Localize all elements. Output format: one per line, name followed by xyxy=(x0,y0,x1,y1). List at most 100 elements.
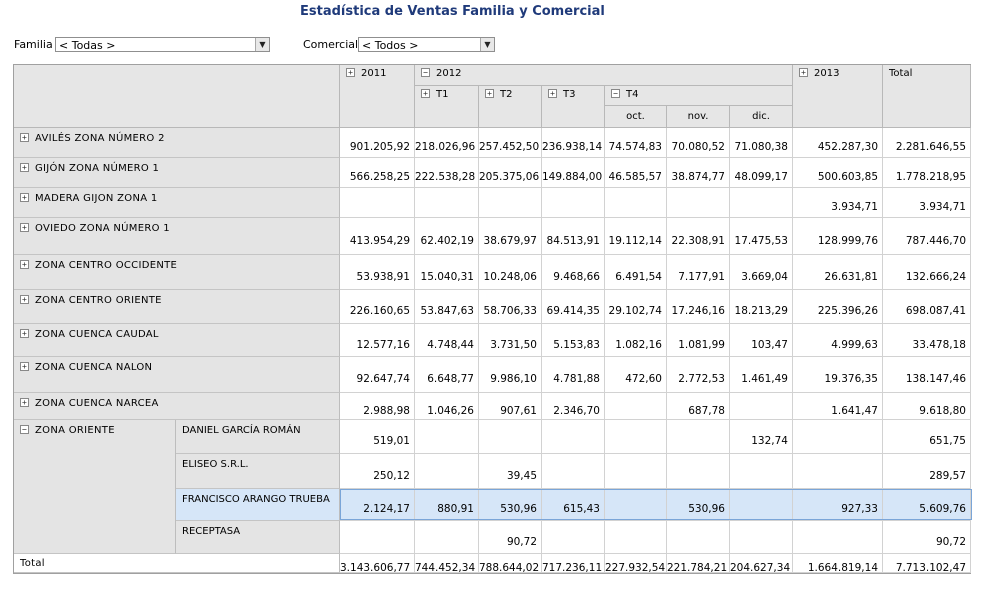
row-header-label: ZONA ORIENTE xyxy=(35,425,115,436)
col-header-t4[interactable]: − T4 xyxy=(605,86,793,106)
row-header-comercial[interactable]: ELISEO S.R.L. xyxy=(176,454,340,489)
col-header-2012[interactable]: −2012 xyxy=(415,65,793,86)
familia-select-value: < Todas > xyxy=(59,39,116,52)
page-title: Estadística de Ventas Familia y Comercia… xyxy=(300,4,605,19)
value-cell xyxy=(730,521,793,554)
col-header-label: oct. xyxy=(626,111,645,122)
value-cell xyxy=(667,521,730,554)
row-header-zone[interactable]: + ZONA CENTRO ORIENTE xyxy=(14,290,340,324)
col-header-nov: nov. xyxy=(667,106,730,128)
expand-plus-icon[interactable]: + xyxy=(20,329,29,338)
row-header-comercial[interactable]: FRANCISCO ARANGO TRUEBA xyxy=(176,489,340,521)
value-cell: 221.784,21 xyxy=(667,554,730,573)
expand-plus-icon[interactable]: + xyxy=(20,295,29,304)
expand-plus-icon[interactable]: + xyxy=(421,89,430,98)
value-cell xyxy=(730,489,793,521)
row-header-zone[interactable]: + OVIEDO ZONA NÚMERO 1 xyxy=(14,218,340,255)
expand-plus-icon[interactable]: + xyxy=(548,89,557,98)
value-cell: 2.124,17 xyxy=(340,489,415,521)
value-cell: 18.213,29 xyxy=(730,290,793,324)
value-cell: 880,91 xyxy=(415,489,479,521)
row-header-comercial[interactable]: DANIEL GARCÍA ROMÁN xyxy=(176,420,340,454)
col-header-t3[interactable]: + T3 xyxy=(542,86,605,128)
row-header-zone[interactable]: + ZONA CUENCA NARCEA xyxy=(14,393,340,420)
value-cell: 5.153,83 xyxy=(542,324,605,357)
collapse-minus-icon[interactable]: − xyxy=(20,425,29,434)
value-cell: 615,43 xyxy=(542,489,605,521)
chevron-down-icon[interactable]: ▼ xyxy=(480,38,494,51)
collapse-minus-icon[interactable]: − xyxy=(421,68,430,77)
value-cell: 9.468,66 xyxy=(542,255,605,290)
value-cell xyxy=(667,454,730,489)
col-header-label: T3 xyxy=(563,89,576,100)
value-cell: 1.641,47 xyxy=(793,393,883,420)
value-cell: 289,57 xyxy=(883,454,971,489)
col-header-2013[interactable]: +2013 xyxy=(793,65,883,128)
row-header-label: RECEPTASA xyxy=(182,526,241,537)
value-cell: 103,47 xyxy=(730,324,793,357)
row-header-zone[interactable]: + MADERA GIJON ZONA 1 xyxy=(14,188,340,218)
value-cell: 6.491,54 xyxy=(605,255,667,290)
expand-plus-icon[interactable]: + xyxy=(799,68,808,77)
collapse-minus-icon[interactable]: − xyxy=(611,89,620,98)
expand-plus-icon[interactable]: + xyxy=(20,362,29,371)
col-header-oct: oct. xyxy=(605,106,667,128)
col-header-2011[interactable]: +2011 xyxy=(340,65,415,128)
value-cell: 907,61 xyxy=(479,393,542,420)
row-header-zone[interactable]: + ZONA CUENCA NALON xyxy=(14,357,340,393)
row-header-label: ZONA CUENCA CAUDAL xyxy=(35,329,159,340)
comercial-select[interactable]: < Todos > ▼ xyxy=(358,37,495,52)
value-cell xyxy=(542,188,605,218)
value-cell xyxy=(793,521,883,554)
col-header-t1[interactable]: + T1 xyxy=(415,86,479,128)
value-cell: 1.082,16 xyxy=(605,324,667,357)
chevron-down-icon[interactable]: ▼ xyxy=(255,38,269,51)
value-cell: 128.999,76 xyxy=(793,218,883,255)
value-cell: 9.618,80 xyxy=(883,393,971,420)
expand-plus-icon[interactable]: + xyxy=(20,133,29,142)
value-cell xyxy=(605,393,667,420)
value-cell: 2.988,98 xyxy=(340,393,415,420)
value-cell xyxy=(793,454,883,489)
expand-plus-icon[interactable]: + xyxy=(485,89,494,98)
value-cell: 48.099,17 xyxy=(730,158,793,188)
value-cell: 566.258,25 xyxy=(340,158,415,188)
row-header-label: Total xyxy=(20,558,45,569)
value-cell xyxy=(793,420,883,454)
row-header-zone[interactable]: + GIJÓN ZONA NÚMERO 1 xyxy=(14,158,340,188)
value-cell: 3.934,71 xyxy=(793,188,883,218)
value-cell xyxy=(605,521,667,554)
value-cell: 19.112,14 xyxy=(605,218,667,255)
row-header-zone[interactable]: + AVILÉS ZONA NÚMERO 2 xyxy=(14,128,340,158)
value-cell: 788.644,02 xyxy=(479,554,542,573)
col-header-label: 2013 xyxy=(814,68,840,79)
expand-plus-icon[interactable]: + xyxy=(346,68,355,77)
row-header-comercial[interactable]: RECEPTASA xyxy=(176,521,340,554)
value-cell: 12.577,16 xyxy=(340,324,415,357)
value-cell xyxy=(415,420,479,454)
row-header-zone[interactable]: + ZONA CENTRO OCCIDENTE xyxy=(14,255,340,290)
value-cell: 787.446,70 xyxy=(883,218,971,255)
value-cell xyxy=(479,420,542,454)
value-cell: 236.938,14 xyxy=(542,128,605,158)
row-header-label: MADERA GIJON ZONA 1 xyxy=(35,193,158,204)
value-cell: 2.281.646,55 xyxy=(883,128,971,158)
value-cell: 62.402,19 xyxy=(415,218,479,255)
expand-plus-icon[interactable]: + xyxy=(20,260,29,269)
expand-plus-icon[interactable]: + xyxy=(20,193,29,202)
expand-plus-icon[interactable]: + xyxy=(20,163,29,172)
row-header-zone[interactable]: + ZONA CUENCA CAUDAL xyxy=(14,324,340,357)
row-header-zona-oriente[interactable]: − ZONA ORIENTE xyxy=(14,420,176,554)
familia-select[interactable]: < Todas > ▼ xyxy=(55,37,270,52)
col-header-t2[interactable]: + T2 xyxy=(479,86,542,128)
col-header-label: 2012 xyxy=(436,68,462,79)
expand-plus-icon[interactable]: + xyxy=(20,223,29,232)
expand-plus-icon[interactable]: + xyxy=(20,398,29,407)
value-cell: 218.026,96 xyxy=(415,128,479,158)
value-cell: 70.080,52 xyxy=(667,128,730,158)
value-cell xyxy=(605,188,667,218)
row-header-label: GIJÓN ZONA NÚMERO 1 xyxy=(35,163,160,174)
value-cell: 452.287,30 xyxy=(793,128,883,158)
value-cell: 927,33 xyxy=(793,489,883,521)
col-header-label: nov. xyxy=(687,111,709,122)
